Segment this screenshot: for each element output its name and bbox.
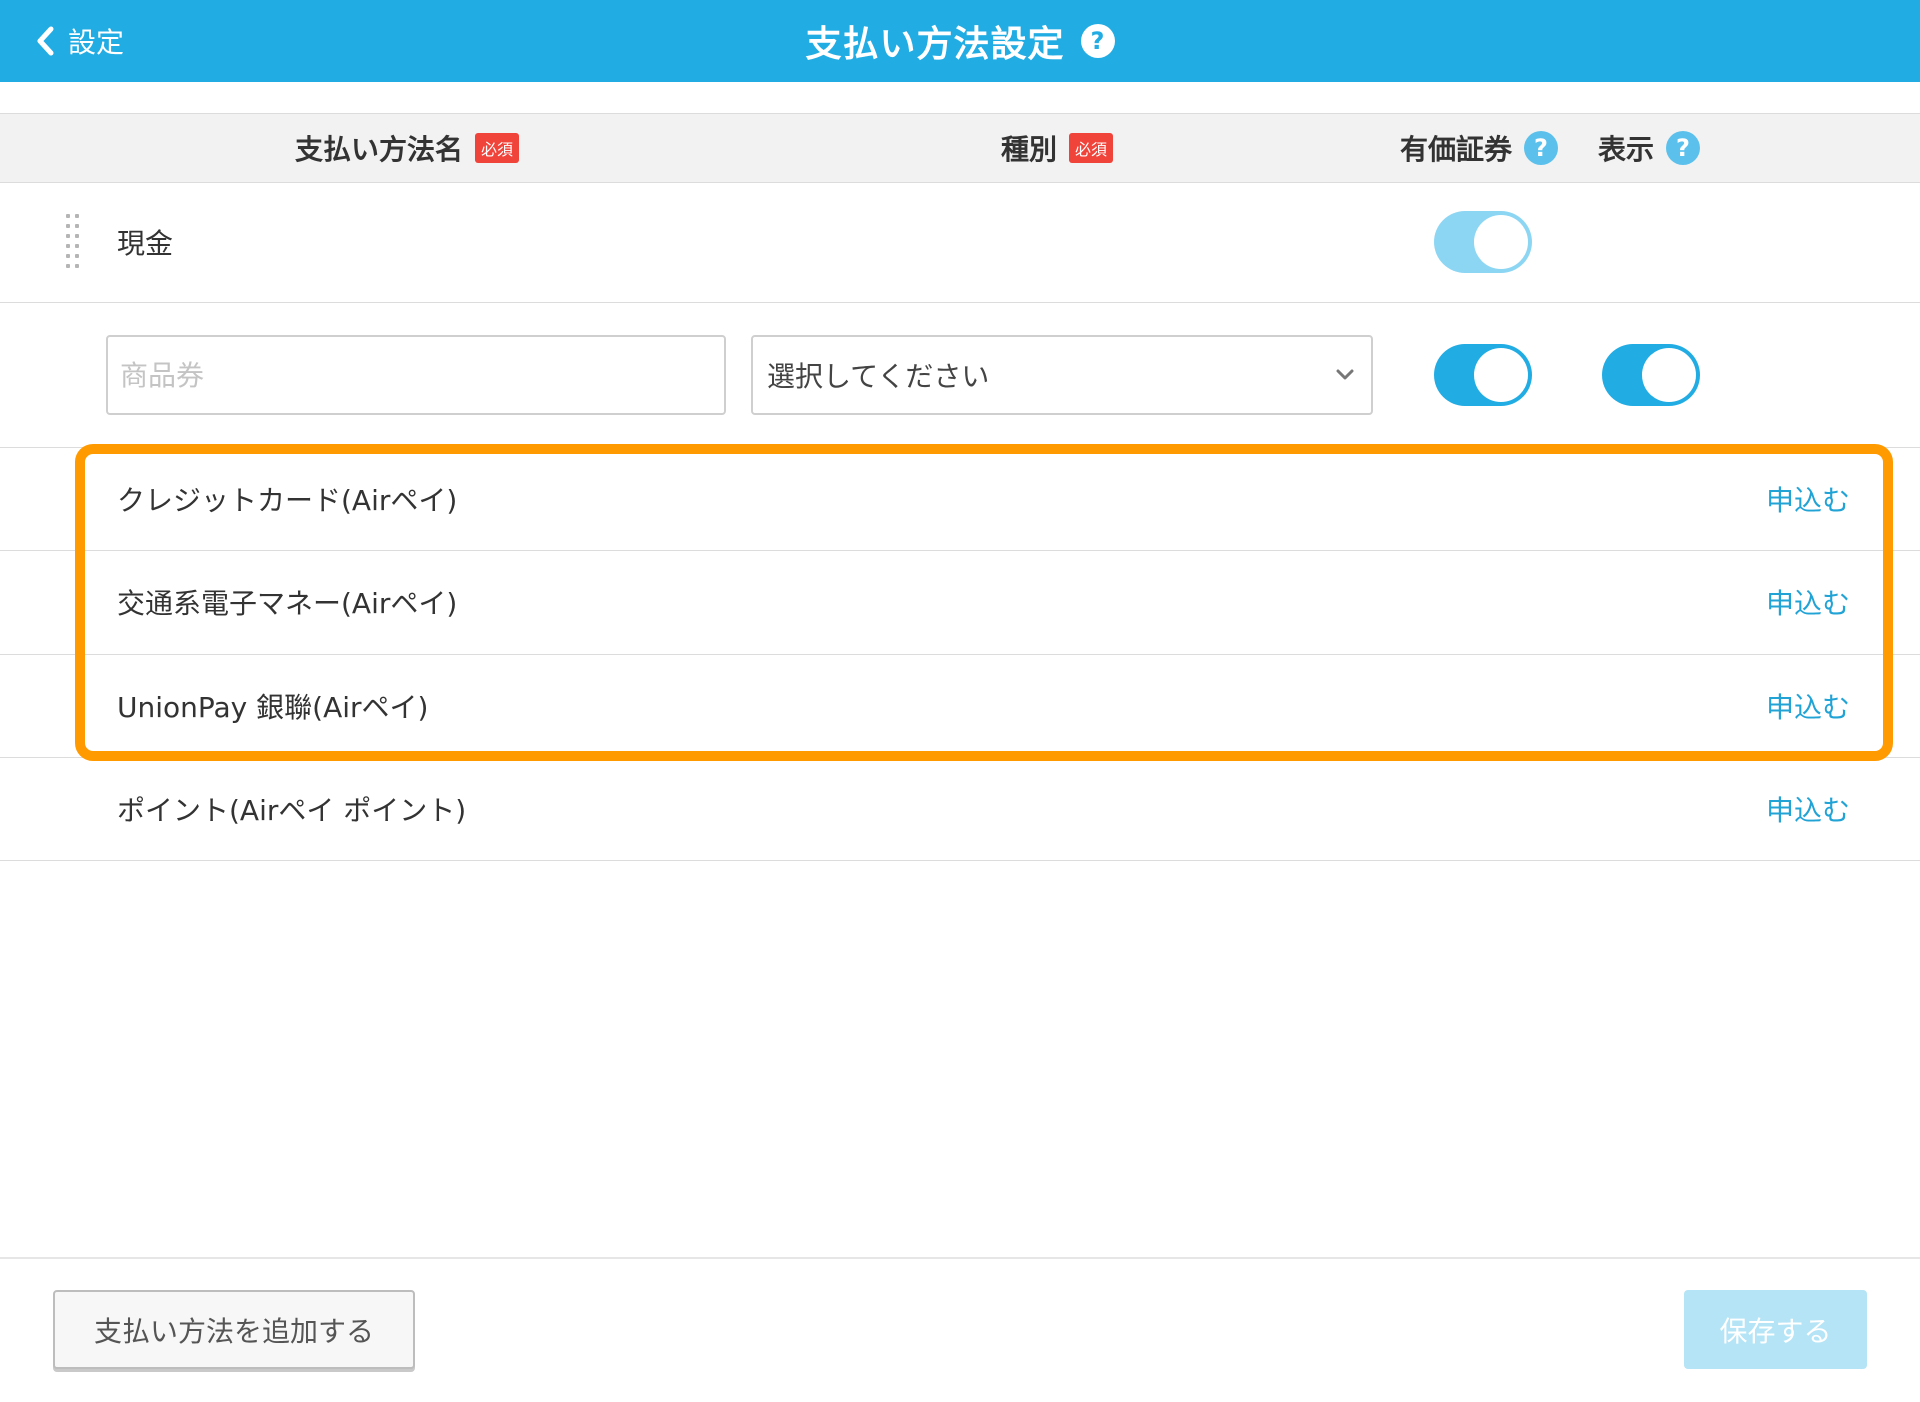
column-type: 種別 必須 (1001, 114, 1114, 182)
add-payment-method-button[interactable]: 支払い方法を追加する (53, 1290, 415, 1369)
row-divider (0, 302, 1920, 303)
type-select[interactable]: 選択してください (751, 335, 1373, 415)
footer-divider (0, 1257, 1920, 1259)
column-header: 支払い方法名 必須 種別 必須 有価証券 ? 表示 ? (0, 113, 1920, 183)
type-select-value: 選択してください (767, 360, 990, 393)
chevron-down-icon (1336, 369, 1354, 380)
list-item-label: ポイント(Airペイ ポイント) (117, 794, 467, 827)
toggle-knob (1474, 348, 1528, 402)
cash-label: 現金 (117, 227, 174, 260)
new-display-toggle[interactable] (1602, 344, 1700, 406)
question-icon[interactable]: ? (1524, 131, 1559, 165)
column-type-label: 種別 (1001, 133, 1058, 166)
new-voucher-toggle[interactable] (1434, 344, 1532, 406)
column-display-label: 表示 (1598, 133, 1655, 166)
column-name-label: 支払い方法名 (295, 133, 464, 166)
toggle-knob (1642, 348, 1696, 402)
row-divider (0, 860, 1920, 861)
drag-handle-icon[interactable] (66, 214, 80, 270)
highlight-frame (75, 444, 1893, 761)
required-badge: 必須 (1069, 133, 1114, 163)
question-icon[interactable]: ? (1080, 24, 1115, 58)
page-title: 支払い方法設定 (805, 24, 1065, 65)
column-voucher-label: 有価証券 (1400, 133, 1513, 166)
column-name: 支払い方法名 必須 (295, 114, 520, 182)
toggle-knob (1474, 215, 1528, 269)
title-area: 支払い方法設定 ? (0, 0, 1920, 82)
save-button[interactable]: 保存する (1684, 1290, 1867, 1369)
apply-link[interactable]: 申込む (1766, 789, 1850, 829)
cash-voucher-toggle[interactable] (1434, 211, 1532, 273)
question-icon[interactable]: ? (1666, 131, 1701, 165)
required-badge: 必須 (475, 133, 520, 163)
column-voucher: 有価証券 ? (1400, 114, 1559, 182)
column-display: 表示 ? (1598, 114, 1701, 182)
payment-name-input[interactable] (106, 335, 726, 415)
